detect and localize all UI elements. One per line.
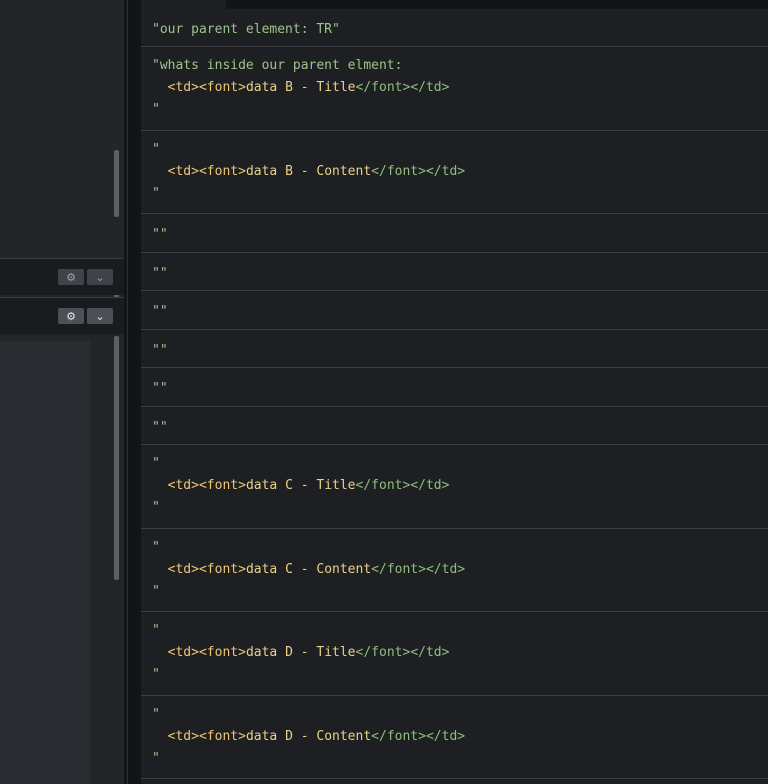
- log-entry: "": [141, 330, 768, 368]
- log-line: "": [152, 381, 168, 396]
- log-line: ": [152, 456, 160, 471]
- log-entry: "": [141, 214, 768, 253]
- log-line: <td><font>data C - Content</font></td>: [167, 562, 466, 577]
- console-tab-strip: [141, 0, 768, 9]
- left-toolbar-row-1: ⚙ ⌄: [0, 258, 124, 295]
- log-entry: " <td><font>data C - Title</font></td> ": [141, 445, 768, 529]
- log-line: "whats inside our parent elment:: [152, 58, 403, 73]
- log-entry: "": [141, 407, 768, 445]
- log-entry: " <td><font>data D - Content</font></td>…: [141, 696, 768, 779]
- log-line: ": [152, 102, 160, 117]
- left-panel: ⚙ ⌄ ⚙ ⌄: [0, 0, 124, 784]
- log-line: <td><font>data C - Title</font></td>: [167, 478, 450, 493]
- log-line: ": [152, 500, 160, 515]
- left-content-area: [0, 341, 90, 784]
- log-line: ": [152, 707, 160, 722]
- left-top-pane: [0, 0, 124, 258]
- log-entry: "": [141, 291, 768, 330]
- log-line: <td><font>data D - Title</font></td>: [167, 645, 450, 660]
- left-lower-scrollbar[interactable]: [114, 336, 119, 580]
- log-line: <td><font>data B - Content</font></td>: [167, 164, 466, 179]
- left-toolbar-row-2: ⚙ ⌄: [0, 297, 124, 334]
- log-entry: " <td><font>data C - Content</font></td>…: [141, 529, 768, 612]
- gear-icon[interactable]: ⚙: [58, 308, 84, 324]
- log-line: <td><font>data B - Title</font></td>: [167, 80, 450, 95]
- log-line: ": [152, 623, 160, 638]
- chevron-down-icon[interactable]: ⌄: [87, 308, 113, 324]
- log-line: "": [152, 304, 168, 319]
- log-line: "our parent element: TR": [152, 22, 340, 37]
- log-entry: " <td><font>data B - Content</font></td>…: [141, 131, 768, 214]
- console-tab[interactable]: [141, 0, 226, 9]
- console-panel: "our parent element: TR" "whats inside ou…: [141, 0, 768, 784]
- left-top-scrollbar[interactable]: [114, 150, 119, 217]
- log-line: ": [152, 584, 160, 599]
- chevron-down-icon[interactable]: ⌄: [87, 269, 113, 285]
- log-line: ": [152, 142, 160, 157]
- panel-divider[interactable]: [124, 0, 141, 784]
- log-line: ": [152, 667, 160, 682]
- log-line: ": [152, 186, 160, 201]
- log-line: <td><font>data D - Content</font></td>: [167, 729, 466, 744]
- console-log: "our parent element: TR" "whats inside ou…: [141, 9, 768, 779]
- left-lower-pane: [0, 336, 124, 784]
- log-line: "": [152, 420, 168, 435]
- log-line: "": [152, 266, 168, 281]
- log-entry: "whats inside our parent elment: <td><fo…: [141, 47, 768, 131]
- log-line: "": [152, 343, 168, 358]
- log-line: "": [152, 227, 168, 242]
- log-entry: " <td><font>data D - Title</font></td> ": [141, 612, 768, 696]
- log-entry: "our parent element: TR": [141, 9, 768, 47]
- gear-icon[interactable]: ⚙: [58, 269, 84, 285]
- log-entry: "": [141, 253, 768, 291]
- log-entry: "": [141, 368, 768, 407]
- log-line: ": [152, 751, 160, 766]
- log-line: ": [152, 540, 160, 555]
